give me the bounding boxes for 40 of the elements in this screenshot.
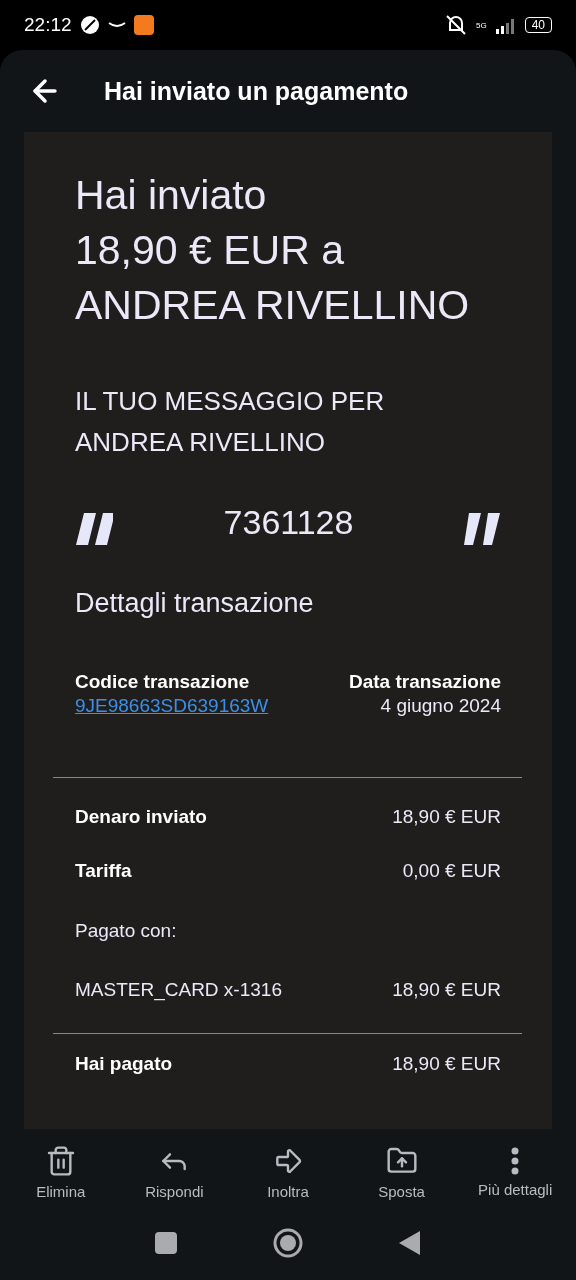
screen-title: Hai inviato un pagamento bbox=[104, 76, 409, 106]
move-button[interactable]: Sposta bbox=[345, 1144, 458, 1200]
row-label: Hai pagato bbox=[75, 1053, 173, 1075]
field-value: 4 giugno 2024 bbox=[380, 695, 501, 717]
network-type: 5G bbox=[475, 20, 487, 30]
row-amount: 18,90 € EUR bbox=[392, 1053, 501, 1075]
app-icon bbox=[79, 15, 100, 35]
row-amount: 0,00 € EUR bbox=[402, 860, 501, 882]
smile-icon bbox=[107, 21, 126, 29]
message-text: 7361128 bbox=[223, 503, 354, 542]
row-amount: 18,90 € EUR bbox=[392, 979, 501, 1001]
row-label: Pagato con: bbox=[75, 919, 177, 942]
field-label: Data transazione bbox=[348, 671, 501, 693]
transaction-code-link[interactable]: 9JE98663SD639163W bbox=[75, 695, 269, 717]
back-nav-button[interactable] bbox=[399, 1230, 421, 1255]
delete-button[interactable]: Elimina bbox=[4, 1144, 117, 1200]
app-icon bbox=[133, 15, 154, 35]
status-time: 22:12 bbox=[24, 14, 72, 36]
message-heading: ANDREA RIVELLINO bbox=[75, 426, 326, 459]
more-icon bbox=[510, 1146, 521, 1175]
muted-bell-icon bbox=[443, 14, 468, 36]
home-button[interactable] bbox=[273, 1227, 303, 1258]
payment-headline: Hai inviato bbox=[75, 171, 268, 220]
field-label: Codice transazione bbox=[75, 671, 250, 693]
section-heading: Dettagli transazione bbox=[75, 588, 315, 619]
more-button[interactable]: Più dettagli bbox=[459, 1146, 572, 1198]
reply-button[interactable]: Rispondi bbox=[118, 1144, 231, 1200]
row-label: MASTER_CARD x-1316 bbox=[75, 979, 282, 1001]
row-amount: 18,90 € EUR bbox=[392, 806, 501, 828]
open-quote-icon bbox=[75, 512, 113, 545]
battery-level: 40 bbox=[524, 17, 552, 33]
payment-headline: ANDREA RIVELLINO bbox=[75, 281, 471, 330]
row-label: Denaro inviato bbox=[75, 806, 207, 828]
close-quote-icon bbox=[464, 512, 502, 545]
recents-button[interactable] bbox=[155, 1231, 177, 1254]
forward-button[interactable]: Inoltra bbox=[232, 1144, 344, 1200]
signal-icon bbox=[494, 16, 517, 34]
message-heading: IL TUO MESSAGGIO PER bbox=[75, 385, 386, 418]
payment-headline: 18,90 € EUR a bbox=[75, 226, 345, 275]
row-label: Tariffa bbox=[75, 860, 132, 882]
